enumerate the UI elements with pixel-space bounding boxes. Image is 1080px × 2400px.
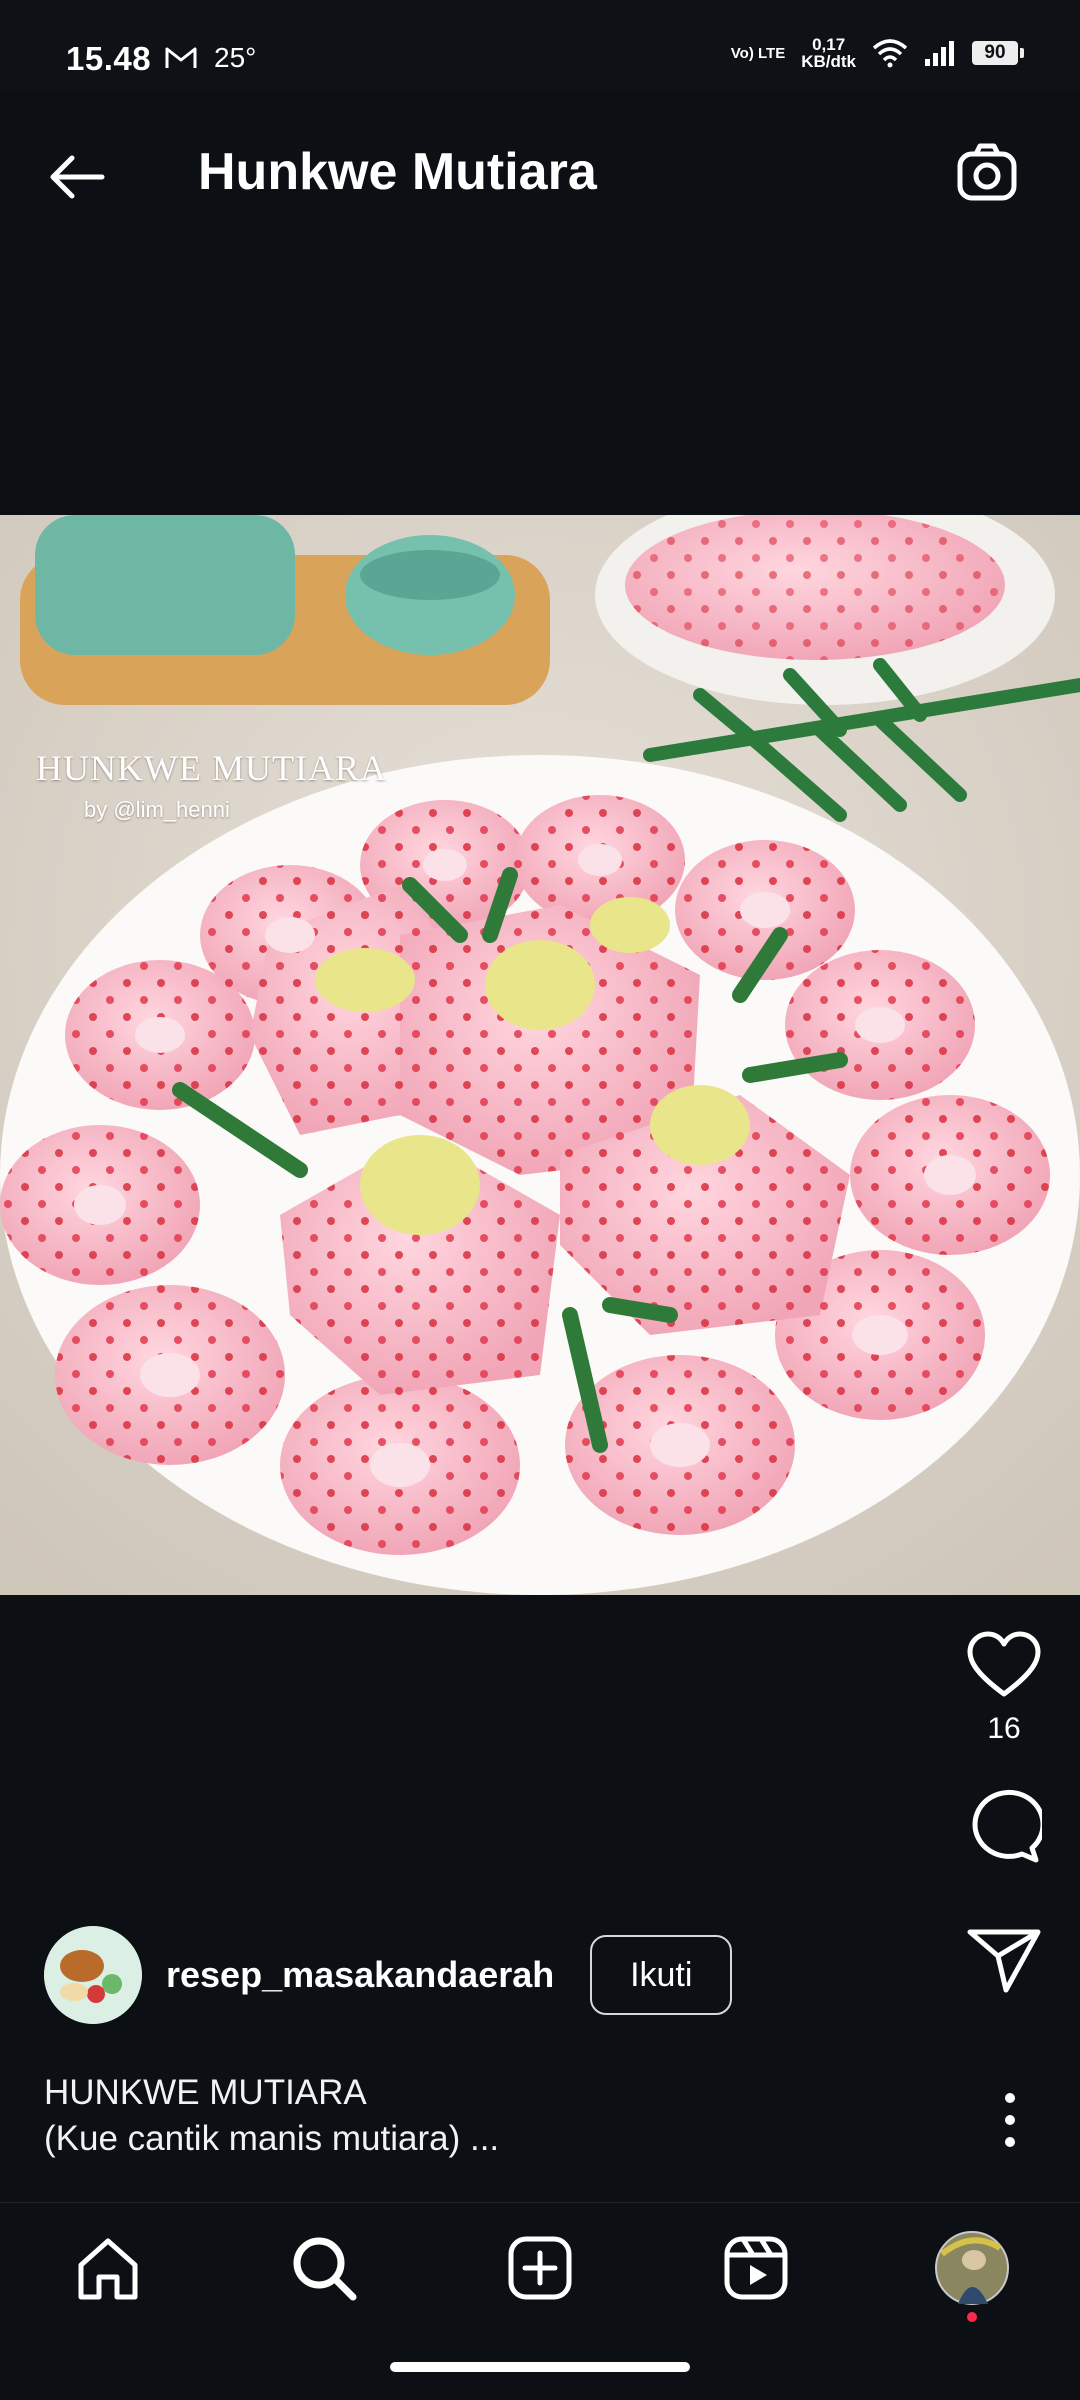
- dessert-photo: [0, 515, 1080, 1595]
- status-right-icons: Vo) LTE 0,17 KB/dtk 90: [730, 36, 1024, 70]
- like-count[interactable]: 16: [987, 1712, 1020, 1746]
- battery-indicator: 90: [972, 41, 1024, 65]
- post-author: resep_masakandaerah Ikuti: [44, 1925, 733, 2025]
- follow-button[interactable]: Ikuti: [590, 1935, 733, 2015]
- comment-icon[interactable]: [966, 1788, 1042, 1864]
- search-icon[interactable]: [289, 2233, 359, 2303]
- wifi-icon: [872, 39, 908, 68]
- camera-icon[interactable]: [952, 140, 1022, 210]
- status-left-icons: 25°: [164, 42, 256, 74]
- author-avatar-image: [44, 1926, 142, 2024]
- post-actions: 16: [966, 1630, 1042, 1994]
- heart-icon[interactable]: [966, 1630, 1042, 1700]
- home-indicator[interactable]: [390, 2362, 690, 2372]
- status-bar: 15.48 25° Vo) LTE 0,17 KB/dtk 90: [0, 0, 1080, 90]
- post-image[interactable]: HUNKWE MUTIARA by @lim_henni: [0, 515, 1080, 1595]
- arrow-left-icon[interactable]: [42, 142, 112, 212]
- post-header: Hunkwe Mutiara: [0, 90, 1080, 250]
- signal-icon: [925, 41, 954, 66]
- photo-overlay-credit: by @lim_henni: [84, 797, 230, 822]
- status-temperature: 25°: [214, 42, 257, 73]
- status-time: 15.48: [66, 40, 152, 77]
- notification-dot: [967, 2312, 977, 2322]
- add-post-icon[interactable]: [505, 2233, 575, 2303]
- home-icon[interactable]: [73, 2233, 143, 2303]
- share-icon[interactable]: [966, 1924, 1042, 1994]
- author-username[interactable]: resep_masakandaerah: [166, 1954, 554, 1996]
- reels-icon[interactable]: [721, 2233, 791, 2303]
- profile-avatar[interactable]: [934, 2230, 1010, 2322]
- caption-line-1: HUNKWE MUTIARA: [44, 2073, 367, 2112]
- caption-line-2: (Kue cantik manis mutiara) ...: [44, 2119, 500, 2158]
- network-speed-unit: KB/dtk: [801, 52, 856, 71]
- photo-overlay-title: HUNKWE MUTIARA: [36, 748, 387, 788]
- author-avatar[interactable]: [44, 1926, 142, 2024]
- gmail-icon: [165, 47, 197, 68]
- more-options-icon[interactable]: [1000, 2090, 1020, 2150]
- network-speed: 0,17 KB/dtk: [801, 36, 856, 70]
- profile-avatar-image: [935, 2231, 1009, 2305]
- network-speed-value: 0,17: [812, 35, 846, 54]
- volte-indicator: Vo) LTE: [730, 44, 786, 62]
- page-title: Hunkwe Mutiara: [198, 143, 597, 201]
- bottom-nav: [0, 2202, 1080, 2343]
- post-caption[interactable]: HUNKWE MUTIARA (Kue cantik manis mutiara…: [44, 2070, 499, 2162]
